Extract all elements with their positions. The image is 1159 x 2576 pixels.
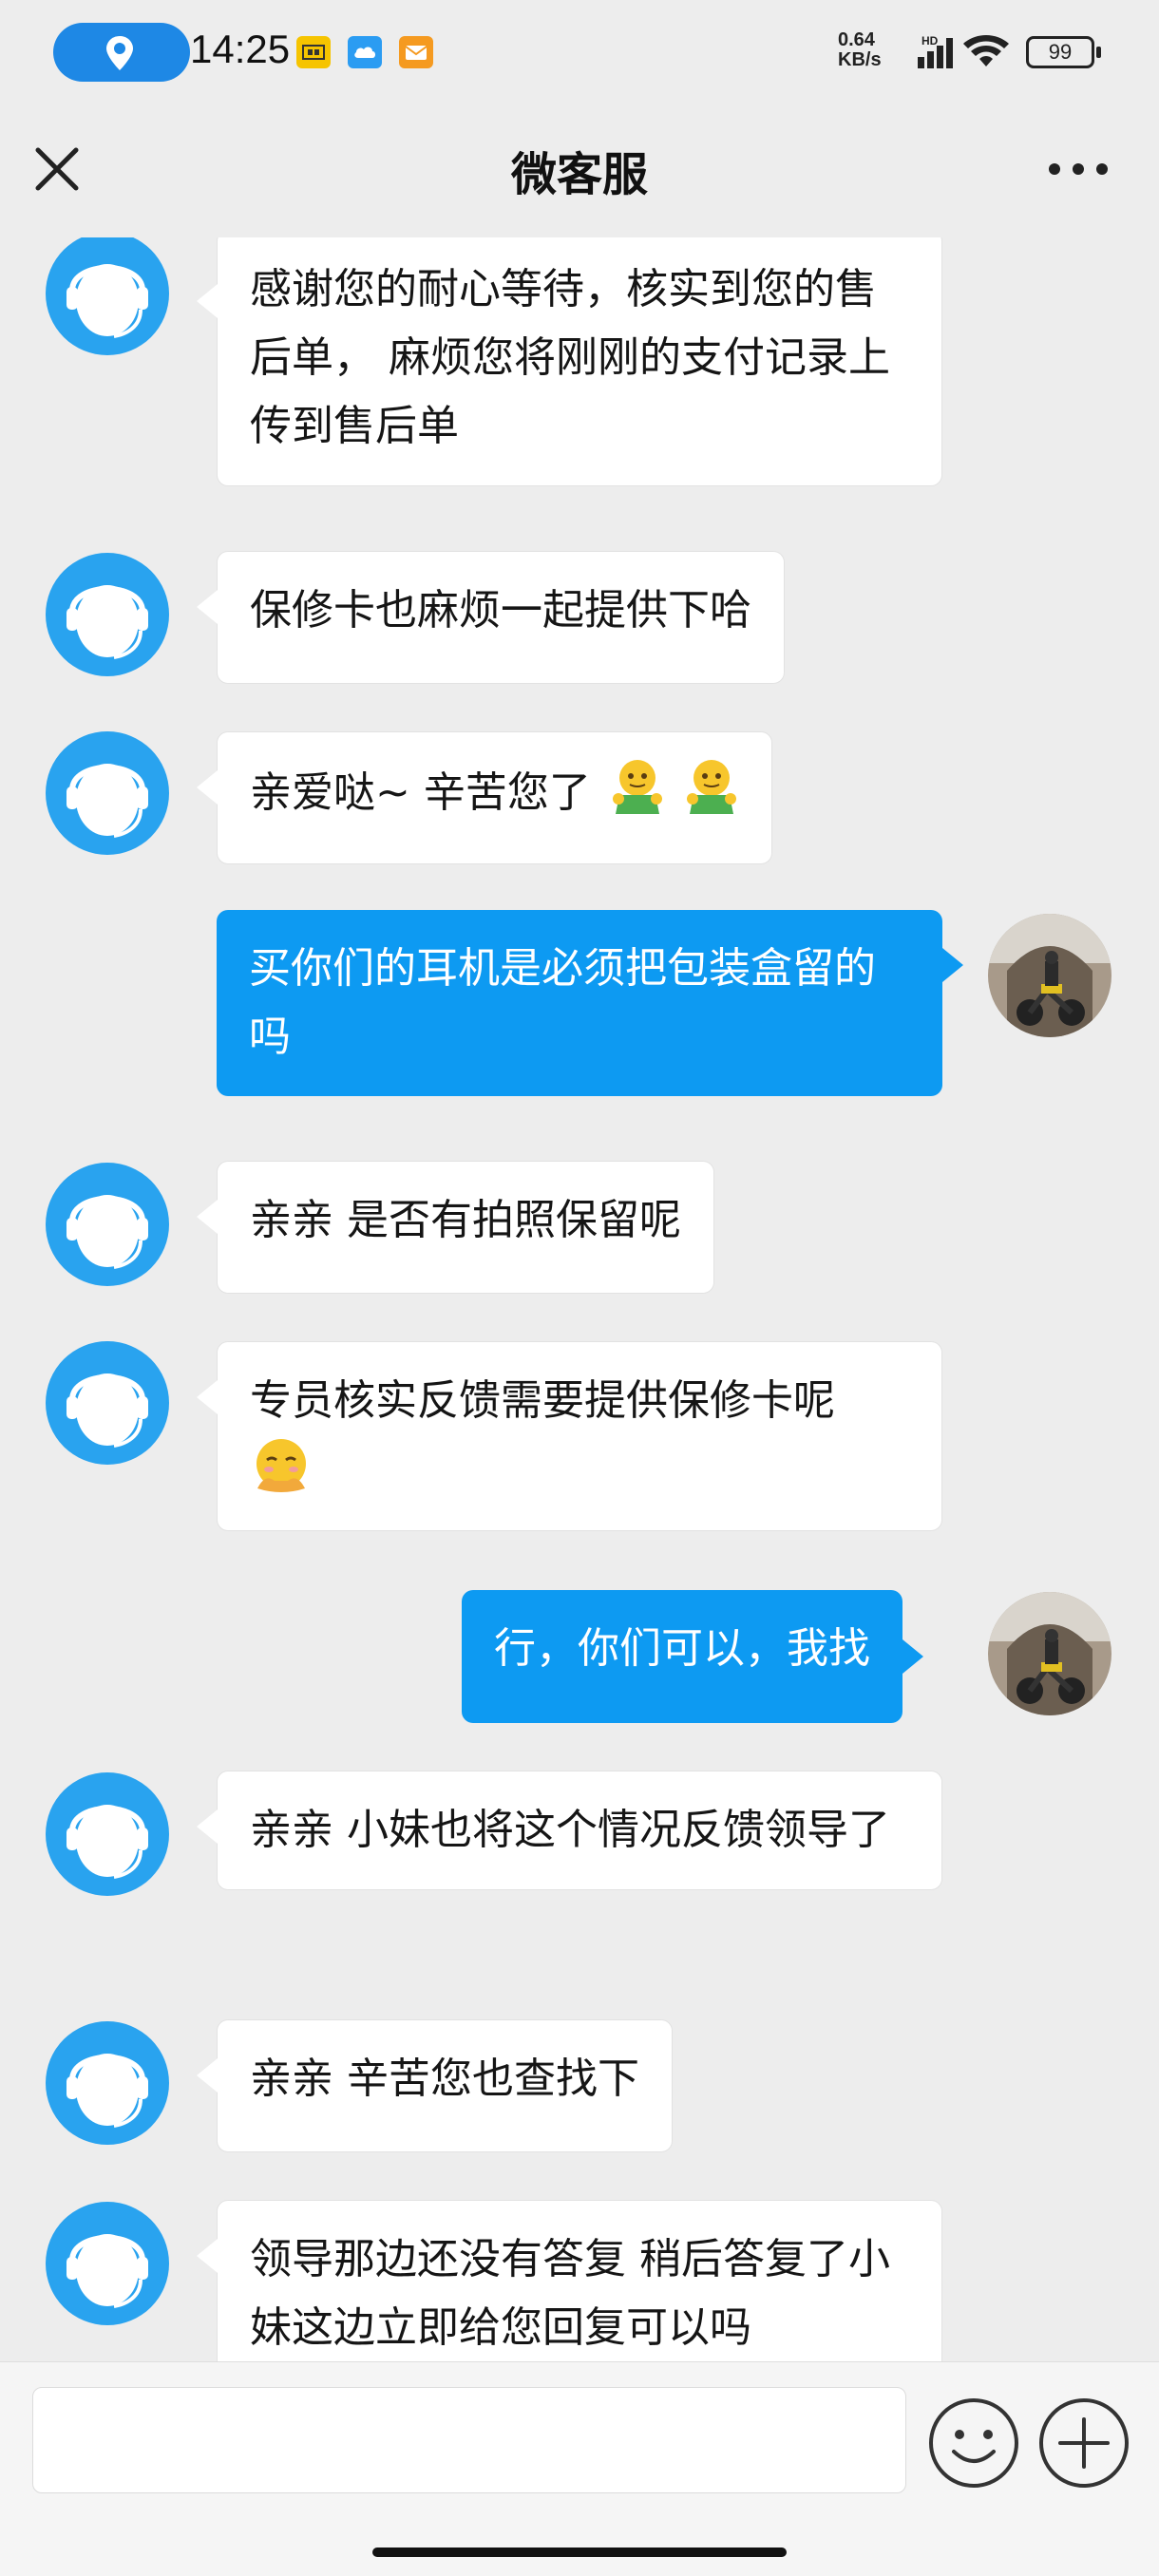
message-text: 亲亲 小妹也将这个情况反馈领导了 [250, 1806, 890, 1854]
battery-level: 99 [1048, 40, 1073, 64]
message-text: 保修卡也麻烦一起提供下哈 [250, 586, 751, 635]
message-text: 亲爱哒~ 辛苦您了 [250, 768, 591, 817]
message-text: 行，你们可以，我找 [494, 1624, 870, 1673]
hug-emoji [612, 760, 662, 814]
agent-avatar[interactable] [46, 2202, 169, 2325]
net-speed: 0.64 KB/s [838, 30, 882, 70]
page-title: 微客服 [510, 148, 648, 201]
signal-icon: HD [918, 34, 953, 68]
message-bubble-agent[interactable]: 亲亲 辛苦您也查找下 [197, 2019, 673, 2152]
status-time: 14:25 [190, 27, 291, 71]
agent-avatar[interactable] [46, 553, 169, 676]
user-avatar[interactable] [988, 1592, 1112, 1715]
mail-icon [399, 36, 433, 68]
message-bubble-agent[interactable]: 保修卡也麻烦一起提供下哈 [197, 551, 785, 684]
location-pill[interactable] [53, 23, 190, 82]
composer-bar [0, 2361, 1159, 2525]
message-text: 亲亲 辛苦您也查找下 [250, 2055, 639, 2103]
sad-emoji [256, 1439, 306, 1492]
more-icon[interactable] [1045, 152, 1112, 186]
message-bubble-user[interactable]: 买你们的耳机是必须把包装盒留的吗 [217, 910, 963, 1096]
battery-icon: 99 [1026, 36, 1101, 68]
message-bubble-agent[interactable]: 专员核实反馈需要提供保修卡呢 [197, 1341, 942, 1531]
user-avatar[interactable] [988, 914, 1112, 1037]
message-bubble-agent[interactable]: 亲亲 小妹也将这个情况反馈领导了 [197, 1771, 942, 1890]
smiley-icon[interactable] [927, 2396, 1020, 2490]
agent-avatar[interactable] [46, 2021, 169, 2145]
message-bubble-agent[interactable]: 亲亲 是否有拍照保留呢 [197, 1161, 714, 1294]
sim-icon [296, 36, 331, 68]
message-text: 专员核实反馈需要提供保修卡呢 [250, 1376, 835, 1425]
hug-emoji [686, 760, 736, 814]
hd-badge: HD [922, 34, 939, 47]
gesture-bar [0, 2525, 1159, 2576]
cloud-icon [348, 36, 382, 68]
agent-avatar[interactable] [46, 1341, 169, 1465]
net-speed-unit: KB/s [838, 49, 882, 70]
message-bubble-user[interactable]: 行，你们可以，我找 [462, 1590, 923, 1723]
agent-avatar[interactable] [46, 731, 169, 855]
plus-icon[interactable] [1037, 2396, 1130, 2490]
message-bubble-agent[interactable]: 领导那边还没有答复 稍后答复了小妹这边立即给您回复可以吗 [197, 2200, 942, 2361]
message-bubble-agent[interactable]: 感谢您的耐心等待，核实到您的售后单， 麻烦您将刚刚的支付记录上传到售后单 [197, 237, 942, 486]
home-indicator[interactable] [372, 2548, 787, 2557]
net-speed-value: 0.64 [838, 29, 875, 50]
wifi-icon [963, 35, 1009, 66]
motorcycle-photo [988, 914, 1112, 1037]
agent-avatar[interactable] [46, 1772, 169, 1896]
message-input[interactable] [32, 2387, 906, 2493]
message-text: 领导那边还没有答复 稍后答复了小妹这边立即给您回复可以吗 [250, 2235, 890, 2352]
location-icon [106, 36, 133, 70]
message-text: 亲亲 是否有拍照保留呢 [250, 1196, 681, 1244]
chat-list[interactable]: 感谢您的耐心等待，核实到您的售后单， 麻烦您将刚刚的支付记录上传到售后单 保修卡… [0, 237, 1159, 2361]
agent-avatar[interactable] [46, 1163, 169, 1286]
message-text: 买你们的耳机是必须把包装盒留的吗 [249, 944, 876, 1061]
status-bar: 14:25 0.64 KB/s HD 99 [0, 0, 1159, 104]
nav-bar: 微客服 [0, 104, 1159, 237]
motorcycle-photo [988, 1592, 1112, 1715]
message-bubble-agent[interactable]: 亲爱哒~ 辛苦您了 [197, 731, 772, 864]
message-text: 感谢您的耐心等待，核实到您的售后单， 麻烦您将刚刚的支付记录上传到售后单 [250, 265, 890, 450]
agent-avatar[interactable] [46, 237, 169, 355]
